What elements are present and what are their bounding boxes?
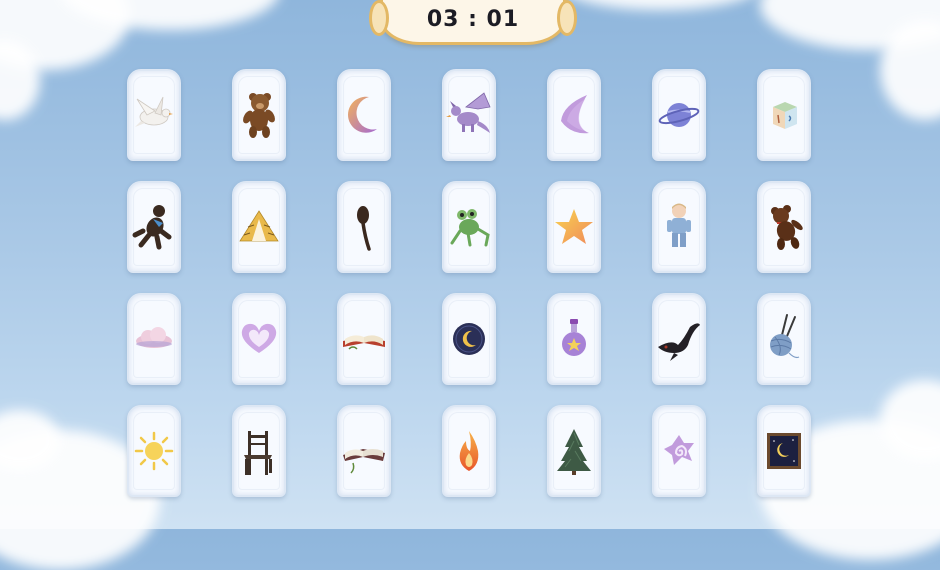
card-boy-in-pajamas[interactable] [652, 181, 706, 273]
yarn-ball-icon [770, 314, 800, 359]
card-purple-spiral[interactable] [652, 405, 706, 497]
card-book[interactable] [337, 405, 391, 497]
card-dove[interactable] [127, 69, 181, 161]
sun-icon [134, 431, 174, 471]
crescent-moon-icon [348, 96, 377, 133]
card-moon-badge[interactable] [442, 293, 496, 385]
card-flame[interactable] [442, 405, 496, 497]
tent-icon [239, 210, 279, 242]
chair-icon [244, 431, 272, 475]
card-pine-tree[interactable] [547, 405, 601, 497]
card-purple-crescent[interactable] [547, 69, 601, 161]
teddy-bear-icon [771, 205, 803, 250]
teddy-bear-icon [243, 93, 275, 138]
swallow-bird-icon [658, 323, 700, 361]
star-icon [555, 209, 593, 244]
purple-crescent-icon [561, 95, 589, 134]
card-teddy-bear-2[interactable] [757, 181, 811, 273]
dragon-icon [446, 92, 491, 133]
card-potion-bottle[interactable] [547, 293, 601, 385]
dove-icon [135, 96, 173, 127]
flame-icon [459, 431, 479, 471]
card-dragon[interactable] [442, 69, 496, 161]
open-book-icon [343, 335, 385, 350]
card-night-window[interactable] [757, 405, 811, 497]
card-swallow-bird[interactable] [652, 293, 706, 385]
card-doll[interactable] [127, 181, 181, 273]
card-grid [0, 0, 940, 529]
card-planet[interactable] [652, 69, 706, 161]
toy-block-icon [773, 102, 797, 129]
card-tent[interactable] [232, 181, 286, 273]
pine-tree-icon [557, 429, 591, 475]
card-sun[interactable] [127, 405, 181, 497]
pink-cloud-icon [136, 327, 172, 348]
card-spoon[interactable] [337, 181, 391, 273]
card-open-book[interactable] [337, 293, 391, 385]
moon-badge-icon [453, 323, 485, 355]
card-star[interactable] [547, 181, 601, 273]
card-purple-heart[interactable] [232, 293, 286, 385]
card-pink-cloud[interactable] [127, 293, 181, 385]
night-window-icon [767, 433, 801, 469]
card-toy-block[interactable] [757, 69, 811, 161]
purple-spiral-icon [664, 435, 694, 465]
frog-icon [450, 209, 490, 247]
card-frog[interactable] [442, 181, 496, 273]
spoon-icon [357, 206, 371, 251]
doll-icon [132, 205, 172, 250]
book-icon [343, 449, 385, 474]
card-chair[interactable] [232, 405, 286, 497]
potion-bottle-icon [562, 319, 586, 356]
card-crescent-moon[interactable] [337, 69, 391, 161]
planet-icon [658, 103, 700, 127]
card-yarn-ball[interactable] [757, 293, 811, 385]
purple-heart-icon [241, 323, 277, 353]
boy-in-pajamas-icon [667, 203, 691, 247]
card-teddy-bear[interactable] [232, 69, 286, 161]
